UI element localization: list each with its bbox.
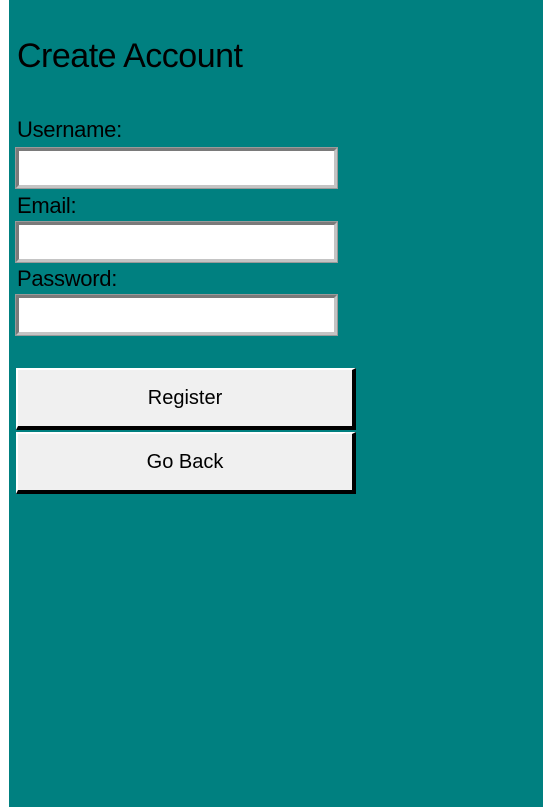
username-input[interactable] [15, 147, 338, 189]
page-title: Create Account [17, 37, 243, 75]
username-label: Username: [17, 117, 122, 142]
password-input[interactable] [15, 294, 338, 336]
go-back-button[interactable]: Go Back [16, 432, 356, 494]
email-label: Email: [17, 193, 77, 218]
create-account-window: Create Account Username: Email: Password… [9, 0, 543, 807]
email-input[interactable] [15, 221, 338, 263]
register-button[interactable]: Register [16, 368, 356, 430]
password-label: Password: [17, 266, 118, 291]
